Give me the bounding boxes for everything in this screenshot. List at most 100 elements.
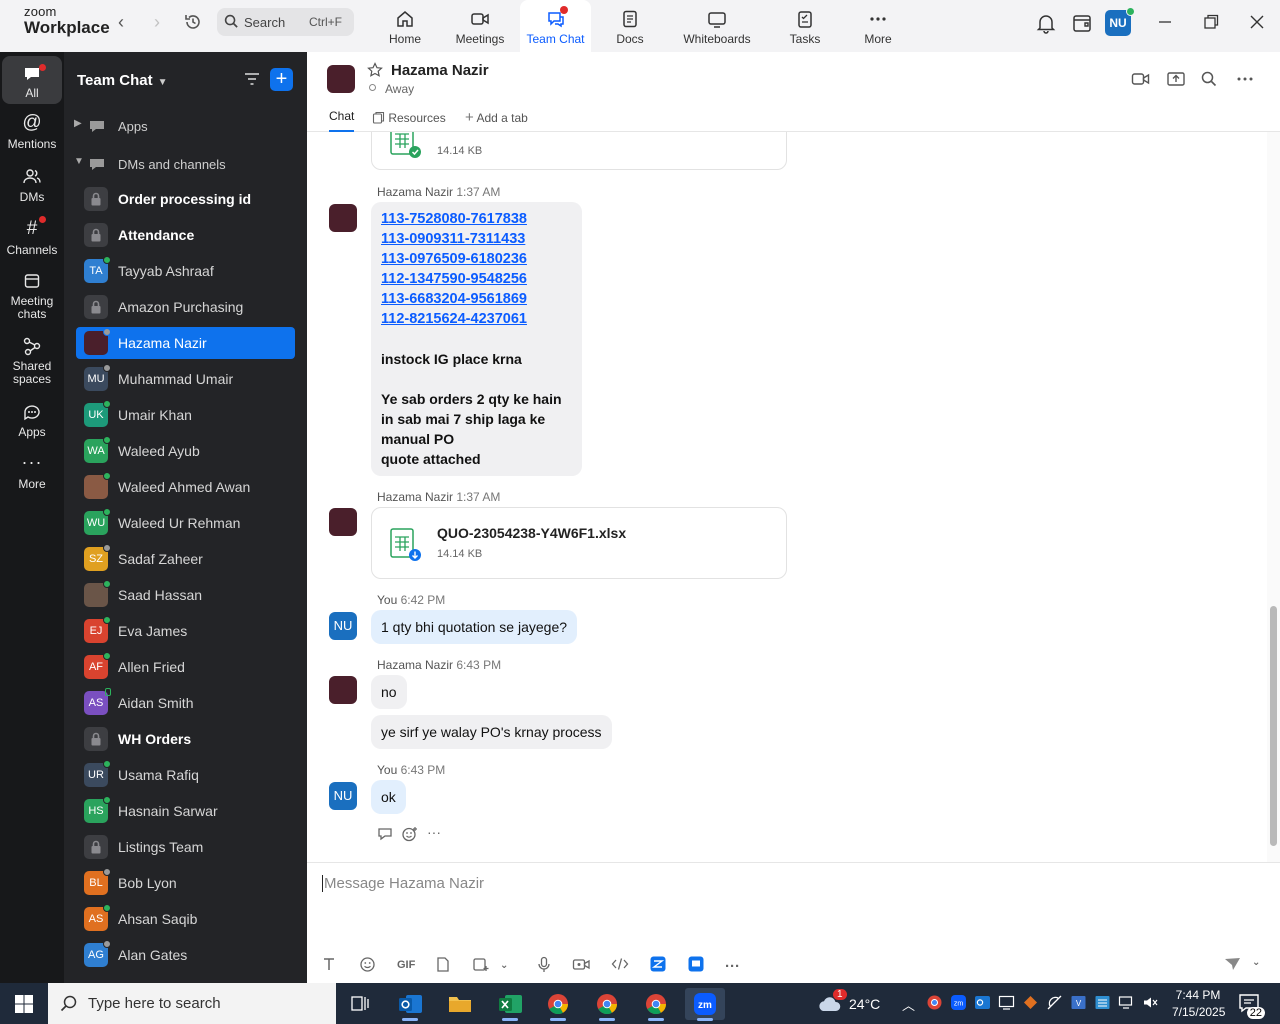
tab-team-chat[interactable]: Team Chat xyxy=(520,0,591,52)
tab-more[interactable]: More xyxy=(853,0,903,52)
new-chat-button[interactable]: + xyxy=(270,68,293,91)
calendar-icon[interactable] xyxy=(1071,12,1095,34)
sidebar-item[interactable]: Hazama Nazir xyxy=(76,327,295,359)
search-chat-icon[interactable] xyxy=(1200,70,1222,90)
windows-start-icon[interactable] xyxy=(14,994,34,1017)
tray-app-icon[interactable] xyxy=(1022,994,1039,1014)
sidebar-item[interactable]: Attendance xyxy=(76,219,295,251)
rail-all[interactable]: All xyxy=(2,56,62,104)
history-icon[interactable] xyxy=(182,12,204,34)
zoom-app-icon[interactable]: zm xyxy=(685,988,725,1021)
message-bubble[interactable]: ok xyxy=(371,780,406,814)
sidebar-item[interactable]: Amazon Purchasing xyxy=(76,291,295,323)
task-view-icon[interactable] xyxy=(340,988,380,1020)
message-list[interactable]: 14.14 KB Hazama Nazir 1:37 AM 113-752808… xyxy=(307,132,1267,862)
sidebar-item[interactable]: SZ Sadaf Zaheer xyxy=(76,543,295,575)
file-explorer-icon[interactable] xyxy=(440,988,480,1020)
emoji-reaction-icon[interactable] xyxy=(401,826,419,845)
tab-docs[interactable]: Docs xyxy=(605,0,655,52)
gif-button[interactable]: GIF xyxy=(397,959,415,971)
message-bubble[interactable]: ye sirf ye walay PO's krnay process xyxy=(371,715,612,749)
tab-whiteboards[interactable]: Whiteboards xyxy=(677,0,757,52)
sidebar-item[interactable]: Listings Team xyxy=(76,831,295,863)
bell-icon[interactable] xyxy=(1035,12,1059,34)
sender-avatar[interactable] xyxy=(329,204,357,232)
sidebar-item[interactable]: AF Allen Fried xyxy=(76,651,295,683)
sidebar-item[interactable]: Order processing id xyxy=(76,183,295,215)
tray-mute-icon[interactable] xyxy=(1142,994,1159,1014)
tray-network-icon[interactable] xyxy=(1046,994,1063,1014)
chevron-down-icon[interactable]: ⌄ xyxy=(500,960,508,971)
tray-zoom-icon[interactable]: zm xyxy=(950,994,967,1014)
order-link[interactable]: 113-0909311-7311433 xyxy=(381,229,572,249)
emoji-icon[interactable] xyxy=(359,956,376,976)
tray-grid-icon[interactable] xyxy=(1094,994,1111,1014)
my-avatar[interactable]: NU xyxy=(329,782,357,810)
sender-avatar[interactable] xyxy=(329,508,357,536)
chrome-profile-2-icon[interactable] xyxy=(636,988,676,1021)
message-bubble[interactable]: 113-7528080-7617838 113-0909311-7311433 … xyxy=(371,202,582,476)
notification-center-icon[interactable]: 22 xyxy=(1238,993,1265,1019)
tab-meetings[interactable]: Meetings xyxy=(448,0,512,52)
rail-shared-spaces[interactable]: Shared spaces xyxy=(2,336,62,388)
reply-icon[interactable] xyxy=(377,826,395,845)
screenshot-icon[interactable] xyxy=(472,956,489,976)
sidebar-item[interactable]: Waleed Ahmed Awan xyxy=(76,471,295,503)
rail-channels[interactable]: # Channels xyxy=(2,216,62,258)
tray-chrome-icon[interactable] xyxy=(926,994,943,1014)
chrome-profile-icon[interactable] xyxy=(587,988,627,1021)
file-attachment[interactable]: QUO-23054238-Y4W6F1.xlsx 14.14 KB xyxy=(371,507,787,579)
app-integration-icon[interactable] xyxy=(650,956,666,975)
send-options-chevron-icon[interactable]: ⌄ xyxy=(1252,957,1260,968)
tray-expand-icon[interactable]: ︿ xyxy=(902,995,915,1024)
back-arrow-icon[interactable]: ‹ xyxy=(110,12,132,34)
tray-outlook-icon[interactable] xyxy=(974,994,991,1014)
rail-more[interactable]: ··· More xyxy=(2,453,62,494)
sidebar-item[interactable]: BL Bob Lyon xyxy=(76,867,295,899)
order-link[interactable]: 112-8215624-4237061 xyxy=(381,309,572,329)
sidebar-item[interactable]: AG Alan Gates xyxy=(76,939,295,971)
tab-add[interactable]: + Add a tab xyxy=(465,109,528,132)
sidebar-item[interactable]: AS Ahsan Saqib xyxy=(76,903,295,935)
section-apps[interactable]: ▶ Apps xyxy=(74,114,294,138)
more-options-icon[interactable] xyxy=(1235,70,1257,90)
sidebar-item[interactable]: MU Muhammad Umair xyxy=(76,363,295,395)
sidebar-title[interactable]: Team Chat ▼ xyxy=(77,72,167,89)
search-bar[interactable]: Search Ctrl+F xyxy=(217,8,354,36)
video-call-icon[interactable] xyxy=(1131,70,1153,90)
sidebar-item[interactable]: Saad Hassan xyxy=(76,579,295,611)
sender-avatar[interactable] xyxy=(329,676,357,704)
order-link[interactable]: 113-0976509-6180236 xyxy=(381,249,572,269)
forward-arrow-icon[interactable]: › xyxy=(146,12,168,34)
rail-dms[interactable]: DMs xyxy=(2,166,62,206)
message-bubble[interactable]: no xyxy=(371,675,407,709)
my-avatar[interactable]: NU xyxy=(329,612,357,640)
sidebar-item[interactable]: WH Orders xyxy=(76,723,295,755)
tab-home[interactable]: Home xyxy=(380,0,430,52)
rail-apps[interactable]: Apps xyxy=(2,402,62,442)
tray-vpn-icon[interactable]: V xyxy=(1070,994,1087,1014)
order-link[interactable]: 113-6683204-9561869 xyxy=(381,289,572,309)
sidebar-item[interactable]: WA Waleed Ayub xyxy=(76,435,295,467)
tab-tasks[interactable]: Tasks xyxy=(780,0,830,52)
more-tools-icon[interactable]: ··· xyxy=(725,958,740,975)
user-avatar[interactable]: NU xyxy=(1105,7,1135,36)
attach-file-icon[interactable] xyxy=(435,956,451,976)
minimize-icon[interactable] xyxy=(1155,12,1175,32)
order-link[interactable]: 113-7528080-7617838 xyxy=(381,209,572,229)
tab-resources[interactable]: Resources xyxy=(372,109,446,132)
chrome-icon[interactable] xyxy=(538,988,578,1021)
rail-meeting-chats[interactable]: Meeting chats xyxy=(2,272,62,324)
share-screen-icon[interactable] xyxy=(1166,70,1188,90)
whiteboard-share-icon[interactable] xyxy=(688,956,704,975)
scrollbar-thumb[interactable] xyxy=(1270,606,1277,846)
tab-chat[interactable]: Chat xyxy=(329,109,355,132)
sidebar-item[interactable]: UK Umair Khan xyxy=(76,399,295,431)
microphone-icon[interactable] xyxy=(537,956,551,976)
taskbar-search[interactable]: Type here to search xyxy=(48,983,336,1024)
sidebar-item[interactable]: WU Waleed Ur Rehman xyxy=(76,507,295,539)
code-snippet-icon[interactable] xyxy=(611,956,629,975)
video-message-icon[interactable] xyxy=(572,956,591,976)
restore-icon[interactable] xyxy=(1201,12,1221,32)
text-format-icon[interactable] xyxy=(321,956,337,975)
